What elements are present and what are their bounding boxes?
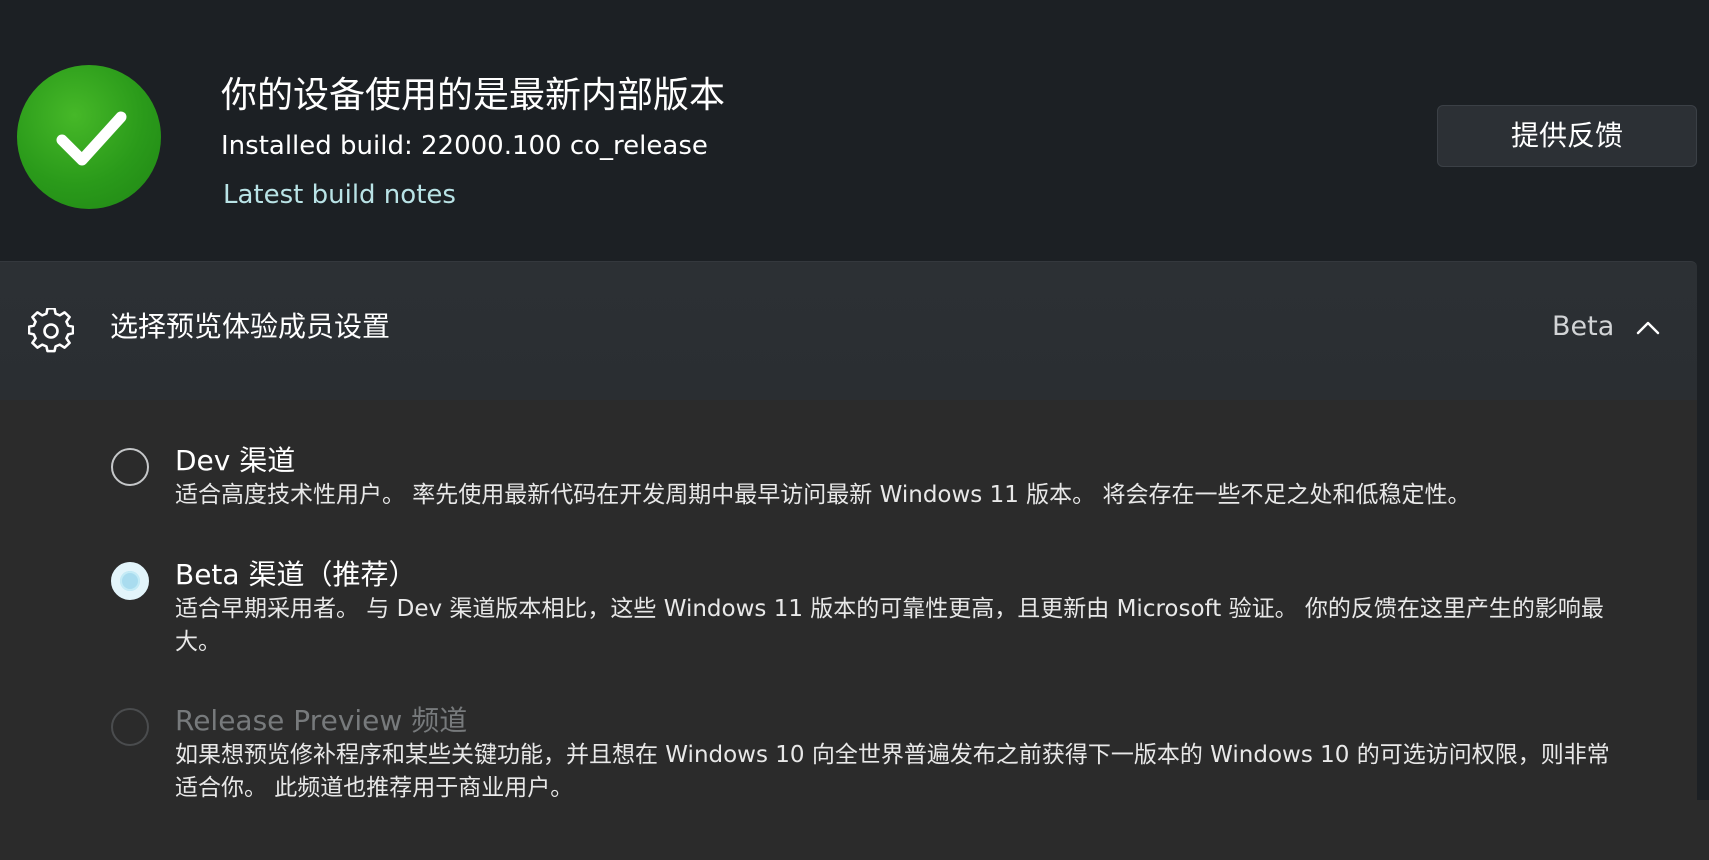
channel-options-panel: Dev 渠道 适合高度技术性用户。 率先使用最新代码在开发周期中最早访问最新 W…	[0, 400, 1697, 801]
radio-dev-channel[interactable]	[111, 448, 149, 486]
option-title-dev: Dev 渠道	[175, 444, 296, 477]
latest-build-notes-link[interactable]: Latest build notes	[223, 177, 456, 213]
option-description-dev: 适合高度技术性用户。 率先使用最新代码在开发周期中最早访问最新 Windows …	[175, 482, 1471, 508]
option-description-release-preview: 如果想预览修补程序和某些关键功能，并且想在 Windows 10 向全世界普遍发…	[175, 742, 1610, 801]
insider-status-header: 你的设备使用的是最新内部版本 Installed build: 22000.10…	[0, 0, 1709, 262]
give-feedback-button[interactable]: 提供反馈	[1437, 105, 1697, 167]
panel-edge	[1697, 400, 1709, 800]
option-title-release-preview: Release Preview 频道	[175, 704, 468, 737]
chevron-up-icon[interactable]	[1632, 312, 1664, 344]
channel-options-panel-bottom	[0, 800, 1709, 860]
option-title-beta: Beta 渠道（推荐）	[175, 558, 417, 591]
option-description-beta: 适合早期采用者。 与 Dev 渠道版本相比，这些 Windows 11 版本的可…	[175, 596, 1604, 655]
windows-insider-settings-page: 你的设备使用的是最新内部版本 Installed build: 22000.10…	[0, 0, 1709, 860]
page-title: 你的设备使用的是最新内部版本	[221, 75, 726, 116]
radio-release-preview-channel[interactable]	[111, 708, 149, 746]
checkmark-circle-icon	[17, 65, 161, 209]
current-channel-value: Beta	[1552, 311, 1615, 342]
radio-selected-dot	[120, 571, 140, 591]
installed-build-text: Installed build: 22000.100 co_release	[221, 131, 708, 161]
gear-icon	[27, 307, 75, 354]
insider-settings-expander[interactable]: 选择预览体验成员设置 Beta	[0, 261, 1697, 400]
radio-beta-channel[interactable]	[111, 562, 149, 600]
insider-settings-title: 选择预览体验成员设置	[110, 310, 391, 343]
